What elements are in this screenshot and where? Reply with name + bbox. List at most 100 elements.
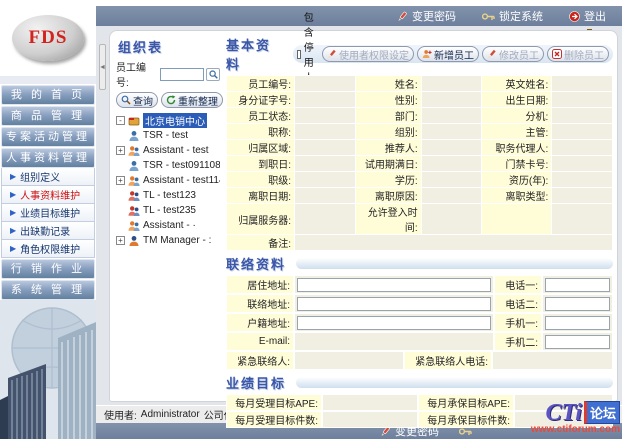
field-value — [295, 140, 356, 156]
table-row: 归属服务器: 允许登入时间: — [227, 204, 613, 235]
user-value: Administrator — [141, 409, 200, 420]
email-value — [294, 332, 494, 351]
field-value — [295, 172, 356, 188]
sidebar-item-system[interactable]: 系 统 管 理 — [1, 280, 95, 300]
table-row: 离职日期: 离职原因: 离职类型: — [227, 188, 613, 204]
edit-employee-label: 修改员工 — [499, 47, 539, 62]
tree-item[interactable]: TL - test123 — [128, 188, 220, 203]
field-label: 推荐人: — [355, 140, 421, 156]
sidebar-item-campaigns[interactable]: 专案活动管理 — [1, 127, 95, 147]
pencil-icon — [397, 11, 408, 22]
tree-item-label: TL - test235 — [143, 205, 196, 216]
expand-plus-icon[interactable]: + — [116, 236, 125, 245]
sidebar-subitem-target-maintain[interactable]: ▶ 业绩目标维护 — [1, 204, 95, 222]
subitem-label: 出缺勤记录 — [20, 223, 70, 238]
tree-item[interactable]: TSR - test — [128, 128, 220, 143]
delete-icon — [552, 49, 562, 59]
sidebar-item-products[interactable]: 商 品 管 理 — [1, 106, 95, 126]
field-label: 出生日期: — [482, 92, 552, 108]
expand-plus-icon[interactable]: + — [116, 176, 125, 185]
people-icon — [128, 220, 140, 232]
triangle-icon: ▶ — [10, 244, 16, 253]
field-value — [421, 140, 482, 156]
tree-item[interactable]: + TM Manager - : — [116, 233, 220, 248]
add-employee-button[interactable]: 新增员工 — [417, 46, 479, 62]
find-employee-button[interactable] — [206, 68, 220, 81]
field-label: 员工状态: — [227, 108, 295, 124]
emergency-phone-value — [492, 351, 613, 370]
home-address-input[interactable] — [297, 278, 491, 292]
contact-address-input[interactable] — [297, 297, 491, 311]
sidebar-subitem-attendance[interactable]: ▶ 出缺勤记录 — [1, 222, 95, 240]
field-value — [421, 188, 482, 204]
field-value — [421, 124, 482, 140]
field-label: 试用期满日: — [355, 156, 421, 172]
field-label: 姓名: — [355, 76, 421, 92]
app-window: FDS 我 的 首 页 商 品 管 理 专案活动管理 人事资料管理 ▶ 组别定义… — [0, 0, 622, 439]
targets-title-band — [296, 377, 613, 388]
field-label: 组别: — [355, 124, 421, 140]
phone1-input[interactable] — [545, 278, 610, 292]
field-value — [552, 140, 613, 156]
sidebar-subitem-group-define[interactable]: ▶ 组别定义 — [1, 168, 95, 186]
field-value — [552, 204, 613, 235]
tree-item[interactable]: Assistant - · — [128, 218, 220, 233]
main-panel: 组织表 员工编号: 查询 — [109, 30, 618, 402]
expand-plus-icon[interactable]: + — [116, 146, 125, 155]
tree-root[interactable]: - 北京电销中心 — [116, 113, 220, 128]
contact-title-band — [296, 258, 613, 269]
field-value — [295, 204, 356, 235]
field-label: 员工编号: — [227, 76, 295, 92]
field-label: 职级: — [227, 172, 295, 188]
tree-item[interactable]: TSR - test091108 — [128, 158, 220, 173]
field-label: 户籍地址: — [226, 313, 294, 332]
refresh-button[interactable]: 重新整理 — [161, 92, 223, 108]
search-icon — [121, 95, 131, 105]
pencil-icon — [327, 49, 337, 59]
logout-button[interactable]: 登出 — [569, 8, 606, 24]
delete-employee-label: 删除员工 — [564, 47, 604, 62]
sidebar-decorative-image — [0, 300, 96, 439]
search-button[interactable]: 查询 — [116, 92, 158, 108]
registered-address-input[interactable] — [297, 316, 491, 330]
tree-item[interactable]: + Assistant - test114 — [116, 173, 220, 188]
collapse-minus-icon[interactable]: - — [116, 116, 125, 125]
mobile2-input[interactable] — [545, 335, 610, 349]
contact-section-header: 联络资料 — [226, 254, 613, 273]
tree-item-label: TL - test123 — [143, 190, 196, 201]
triangle-icon: ▶ — [10, 190, 16, 199]
include-disabled-checkbox[interactable] — [297, 50, 301, 59]
panel-collapse-handle[interactable]: ◄ — [99, 44, 106, 90]
field-value — [552, 76, 613, 92]
change-password-button[interactable]: 变更密码 — [397, 8, 456, 24]
sidebar-item-marketing[interactable]: 行 销 作 业 — [1, 259, 95, 279]
lock-system-button[interactable]: 锁定系统 — [482, 8, 543, 24]
field-label: 允许登入时间: — [355, 204, 421, 235]
tree-item-label: TSR - test — [143, 130, 188, 141]
table-row: 职级: 学历: 资历(年): — [227, 172, 613, 188]
remark-value — [295, 235, 613, 251]
field-label: 到职日: — [227, 156, 295, 172]
mobile1-input[interactable] — [545, 316, 610, 330]
tree-item[interactable]: TL - test235 — [128, 203, 220, 218]
field-value — [421, 92, 482, 108]
field-value — [552, 156, 613, 172]
sidebar-item-home[interactable]: 我 的 首 页 — [1, 85, 95, 105]
edit-employee-button[interactable]: 修改员工 — [482, 46, 544, 62]
delete-employee-button[interactable]: 删除员工 — [547, 46, 609, 62]
phone2-input[interactable] — [545, 297, 610, 311]
watermark: CTi 论坛 www.ctiforum.com — [470, 401, 620, 439]
tree-item[interactable]: + Assistant - test — [116, 143, 220, 158]
targets-section-header: 业绩目标 — [226, 373, 613, 392]
field-value — [552, 124, 613, 140]
field-label: 门禁卡号: — [482, 156, 552, 172]
sidebar-subitem-role-permission[interactable]: ▶ 角色权限维护 — [1, 240, 95, 258]
field-value — [295, 156, 356, 172]
subitem-label: 人事资料维护 — [20, 187, 80, 202]
field-label: 部门: — [355, 108, 421, 124]
employee-no-input[interactable] — [160, 68, 204, 81]
logout-icon — [569, 11, 580, 22]
sidebar-item-hr[interactable]: 人事资料管理 — [1, 148, 95, 168]
sidebar-subitem-hr-maintain[interactable]: ▶ 人事资料维护 — [1, 186, 95, 204]
user-permission-button[interactable]: 使用者权限设定 — [322, 46, 414, 62]
